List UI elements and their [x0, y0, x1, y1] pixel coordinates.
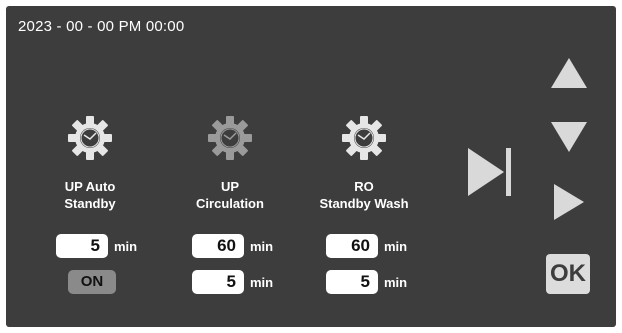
ro-standby-wash-label: RO Standby Wash — [304, 178, 424, 212]
ro-standby-wash-time-field[interactable]: 60 — [326, 234, 378, 258]
min-unit-label: min — [250, 275, 274, 290]
arrow-right-icon[interactable] — [552, 182, 586, 222]
ok-button[interactable]: OK — [546, 254, 590, 294]
min-unit-label: min — [384, 239, 408, 254]
gear-clock-icon[interactable] — [206, 114, 254, 162]
up-circulation-time-field[interactable]: 60 — [192, 234, 244, 258]
label-line: Standby — [64, 196, 116, 211]
label-line: Standby Wash — [319, 196, 409, 211]
up-auto-standby-toggle[interactable]: ON — [68, 270, 116, 294]
up-auto-standby-label: UP Auto Standby — [30, 178, 150, 212]
gear-clock-icon[interactable] — [340, 114, 388, 162]
arrow-up-icon[interactable] — [549, 56, 589, 90]
min-unit-label: min — [250, 239, 274, 254]
label-line: UP Auto — [64, 179, 116, 194]
skip-next-icon[interactable] — [466, 146, 512, 198]
up-circulation-label: UP Circulation — [170, 178, 290, 212]
datetime-display: 2023 - 00 - 00 PM 00:00 — [18, 18, 185, 35]
label-line: UP — [220, 179, 240, 194]
gear-clock-icon[interactable] — [66, 114, 114, 162]
label-line: RO — [354, 179, 374, 194]
up-circulation-interval-field[interactable]: 5 — [192, 270, 244, 294]
label-line: Circulation — [196, 196, 264, 211]
ro-standby-wash-interval-field[interactable]: 5 — [326, 270, 378, 294]
control-panel-screen: 2023 - 00 - 00 PM 00:00 UP Auto Standby — [6, 6, 616, 327]
up-auto-standby-time-field[interactable]: 5 — [56, 234, 108, 258]
min-unit-label: min — [384, 275, 408, 290]
min-unit-label: min — [114, 239, 138, 254]
arrow-down-icon[interactable] — [549, 120, 589, 154]
